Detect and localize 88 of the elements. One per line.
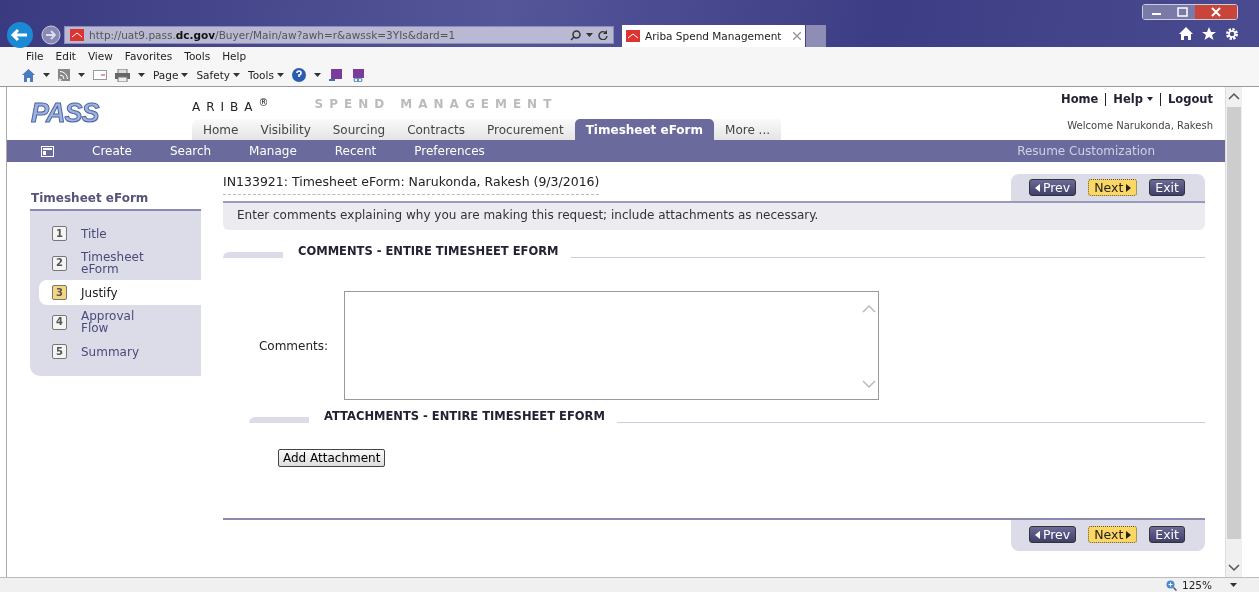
nav-tab[interactable]: Contracts	[396, 120, 476, 140]
step-number: 4	[52, 314, 67, 330]
menu-item[interactable]: File	[20, 49, 50, 62]
layout-icon[interactable]	[41, 145, 54, 157]
print-icon[interactable]	[115, 68, 130, 82]
brand-name: ARIBA$^{®}$	[192, 97, 275, 114]
mail-icon[interactable]	[93, 70, 107, 80]
command-menu[interactable]: Page	[153, 69, 189, 81]
header-link[interactable]: Logout	[1167, 92, 1213, 106]
document-title: IN133921: Timesheet eForm: Narukonda, Rakesh (9/3/2016)	[223, 174, 600, 195]
step-number: 5	[52, 344, 67, 359]
nav-tab[interactable]: More ...	[714, 120, 782, 140]
nav-tab[interactable]: Sourcing	[321, 120, 397, 140]
right-triangle-icon	[1126, 530, 1132, 539]
caret-icon[interactable]	[181, 73, 189, 77]
left-triangle-icon	[1034, 183, 1040, 192]
maximize-icon[interactable]	[1170, 5, 1195, 19]
menu-item[interactable]: View	[81, 49, 119, 62]
caret-icon[interactable]	[586, 33, 593, 37]
menu-item[interactable]: Help	[216, 49, 253, 62]
welcome-text: Welcome Narukonda, Rakesh	[1067, 120, 1213, 131]
step-item[interactable]: 4 Approval Flow	[30, 305, 201, 339]
caret-icon[interactable]	[1146, 97, 1153, 101]
right-triangle-icon	[1126, 183, 1132, 192]
previous-button[interactable]: Prev	[1028, 526, 1077, 543]
caret-icon[interactable]	[138, 73, 145, 77]
home-icon[interactable]	[1179, 27, 1193, 40]
next-button[interactable]: Next	[1088, 526, 1138, 543]
minimize-icon[interactable]	[1143, 5, 1170, 19]
instruction-text: Enter comments explaining why you are making this request; include attachments as necessary.	[223, 201, 1205, 230]
close-icon[interactable]	[793, 32, 801, 40]
zoom-icon[interactable]	[1165, 579, 1177, 591]
step-number: 1	[52, 226, 67, 241]
address-bar[interactable]: http://uat9.pass.dc.gov/Buyer/Main/aw?awh=r&awssk=3YIs&dard=1	[64, 26, 614, 44]
section-title: ATTACHMENTS - ENTIRE TIMESHEET EFORM	[323, 409, 606, 423]
next-button[interactable]: Next	[1088, 179, 1138, 196]
step-item[interactable]: 2 Timesheet eForm	[30, 246, 201, 280]
step-item[interactable]: 5 Summary	[30, 339, 201, 364]
previous-button[interactable]: Prev	[1028, 179, 1077, 196]
exit-button[interactable]: Exit	[1149, 526, 1185, 543]
left-triangle-icon	[1034, 530, 1040, 539]
nav-menu-item[interactable]: Search	[169, 144, 212, 158]
nav-tab[interactable]: Home	[192, 120, 250, 140]
note-icon[interactable]	[350, 68, 365, 82]
site-icon	[70, 29, 84, 41]
site-icon	[626, 30, 640, 42]
step-item[interactable]: 3 Justify	[39, 280, 201, 305]
caret-icon[interactable]	[1230, 583, 1237, 587]
nav-tab[interactable]: Timesheet eForm	[574, 119, 715, 140]
caret-icon[interactable]	[43, 73, 50, 77]
browser-tab[interactable]: Ariba Spend Management	[622, 25, 805, 47]
feed-icon[interactable]	[58, 69, 70, 81]
header-link[interactable]: Home	[1061, 92, 1099, 106]
nav-tab[interactable]: Visibility	[249, 120, 322, 140]
add-attachment-button[interactable]: Add Attachment	[278, 449, 386, 467]
settings-icon[interactable]	[1225, 27, 1239, 41]
menu-item[interactable]: Favorites	[118, 49, 179, 62]
caret-icon[interactable]	[276, 73, 284, 77]
help-icon[interactable]	[291, 68, 306, 82]
nav-tab[interactable]: Procurement	[476, 120, 575, 140]
refresh-icon[interactable]	[598, 30, 608, 40]
section-title: COMMENTS - ENTIRE TIMESHEET EFORM	[297, 244, 560, 258]
nav-menu-item[interactable]: Create	[92, 144, 132, 158]
home-icon[interactable]	[22, 68, 35, 82]
menu-item[interactable]: Edit	[49, 49, 82, 62]
product-name: SPEND MANAGEMENT	[314, 97, 558, 113]
exit-button[interactable]: Exit	[1149, 179, 1185, 196]
note-icon[interactable]	[328, 68, 343, 82]
step-number: 2	[52, 255, 67, 271]
nav-menu-item[interactable]: Preferences	[414, 144, 485, 158]
command-menu[interactable]: Safety	[196, 69, 240, 81]
nav-menu-item[interactable]: Recent	[334, 144, 377, 158]
field-label: Comments:	[257, 338, 329, 353]
caret-icon[interactable]	[78, 73, 85, 77]
scrollbar[interactable]	[1225, 87, 1242, 577]
forward-icon[interactable]	[41, 25, 61, 45]
caret-icon[interactable]	[313, 73, 321, 77]
caret-icon[interactable]	[233, 73, 240, 77]
step-item[interactable]: 1 Title	[30, 221, 201, 246]
zoom-level[interactable]: 125%	[1181, 579, 1212, 591]
command-menu[interactable]: Tools	[248, 69, 284, 81]
search-icon[interactable]	[570, 29, 581, 41]
step-number: 3	[52, 285, 67, 300]
star-icon[interactable]	[1202, 27, 1216, 40]
close-icon[interactable]	[1195, 5, 1237, 19]
menu-item[interactable]: Tools	[178, 49, 217, 62]
nav-menu-item[interactable]: Manage	[249, 144, 297, 158]
header-link[interactable]: Help	[1113, 92, 1153, 106]
